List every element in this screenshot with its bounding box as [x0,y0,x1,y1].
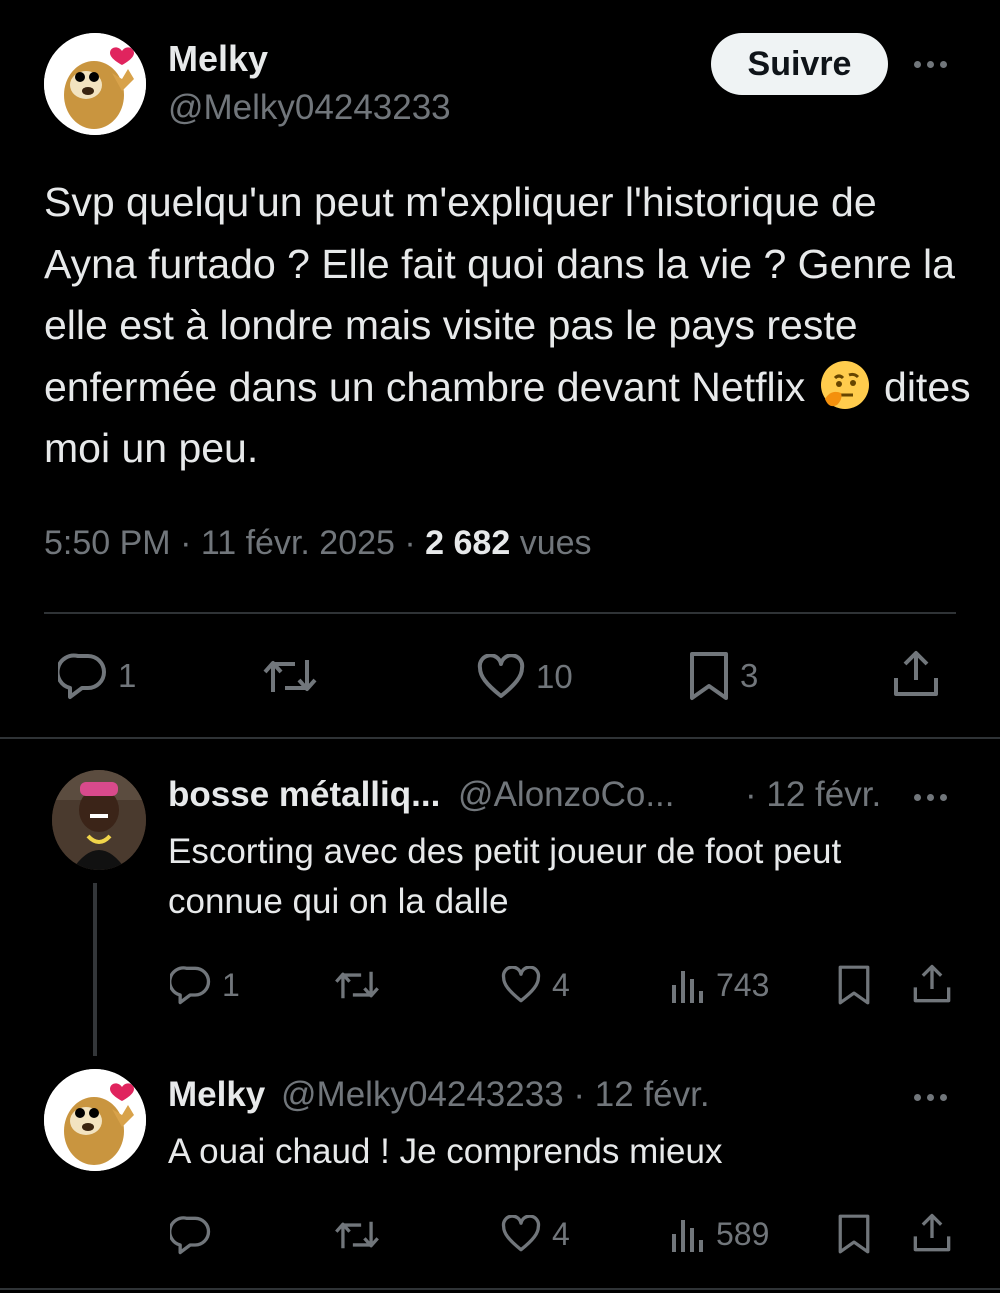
bookmark-button[interactable]: 3 [688,650,758,702]
bookmark-icon [837,963,871,1007]
retweet-icon [333,966,381,1004]
follow-button[interactable]: Suivre [711,33,888,95]
retweet-icon [261,654,319,698]
reply-text: A ouai chaud ! Je comprends mieux [168,1132,723,1171]
views-count: 743 [716,966,770,1003]
share-button[interactable] [892,650,940,698]
tweet-text: Svp quelqu'un peut m'expliquer l'histori… [44,172,974,480]
views-count: 589 [716,1215,770,1252]
views-count: 2 682 [425,524,511,562]
reply-date[interactable]: · 12 févr. [745,775,881,815]
author-avatar[interactable] [44,33,146,135]
share-icon [912,964,952,1004]
reply-icon [170,965,212,1005]
author-name[interactable]: Melky [168,38,268,80]
tweet-meta: 5:50 PM · 11 févr. 2025 · 2 682 vues [44,524,592,563]
views-label: vues [519,524,592,562]
meta-separator: · [180,524,201,562]
analytics-icon [670,965,706,1005]
tweet-time[interactable]: 5:50 PM [44,524,171,562]
like-button[interactable]: 4 [500,1215,570,1253]
reply-button[interactable]: 1 [58,652,136,700]
more-options-icon[interactable] [914,61,947,68]
reply-icon [58,652,108,700]
like-count: 10 [536,658,573,695]
views-button[interactable]: 743 [670,965,769,1005]
reply-avatar[interactable] [52,770,146,870]
reply-icon [170,1215,212,1255]
bookmark-icon [837,1212,871,1256]
divider [44,612,956,614]
like-button[interactable]: 4 [500,966,570,1004]
author-handle[interactable]: @Melky04243233 [168,88,451,128]
share-icon [892,650,940,698]
retweet-icon [333,1216,381,1254]
views-button[interactable]: 589 [670,1214,769,1254]
heart-icon [500,966,542,1004]
more-options-icon[interactable] [914,1094,947,1101]
share-button[interactable] [912,964,952,1004]
like-count: 4 [552,1215,570,1252]
divider [0,1288,1000,1290]
reply-button[interactable]: 1 [170,965,240,1005]
thread-connector [93,883,97,1056]
reply-count: 1 [222,966,240,1003]
like-count: 4 [552,966,570,1003]
bookmark-count: 3 [740,657,759,694]
divider [0,737,1000,739]
reply-date[interactable]: · 12 févr. [573,1075,709,1114]
retweet-button[interactable] [333,966,381,1004]
reply-button[interactable] [170,1215,212,1255]
reply-author-name[interactable]: Melky [168,1075,265,1114]
reply-author-handle[interactable]: @Melky04243233 [281,1075,564,1114]
analytics-icon [670,1214,706,1254]
tweet-date[interactable]: 11 févr. 2025 [201,524,395,562]
retweet-button[interactable] [333,1216,381,1254]
meta-separator: · [404,524,426,562]
retweet-button[interactable] [261,654,319,698]
bookmark-button[interactable] [837,1212,871,1256]
thinking-face-emoji [819,359,871,411]
reply-header: bosse métalliq... @AlonzoCo... [168,775,675,815]
reply-author-name[interactable]: bosse métalliq... [168,775,440,814]
share-button[interactable] [912,1213,952,1253]
reply-text: Escorting avec des petit joueur de foot … [168,832,842,921]
share-icon [912,1213,952,1253]
like-button[interactable]: 10 [476,654,573,700]
bookmark-icon [688,650,730,702]
reply-avatar[interactable] [44,1069,146,1171]
reply-header: Melky @Melky04243233 · 12 févr. [168,1075,710,1115]
heart-icon [500,1215,542,1253]
reply-author-handle[interactable]: @AlonzoCo... [458,775,674,814]
reply-count: 1 [118,657,137,694]
more-options-icon[interactable] [914,794,947,801]
heart-icon [476,654,526,700]
bookmark-button[interactable] [837,963,871,1007]
